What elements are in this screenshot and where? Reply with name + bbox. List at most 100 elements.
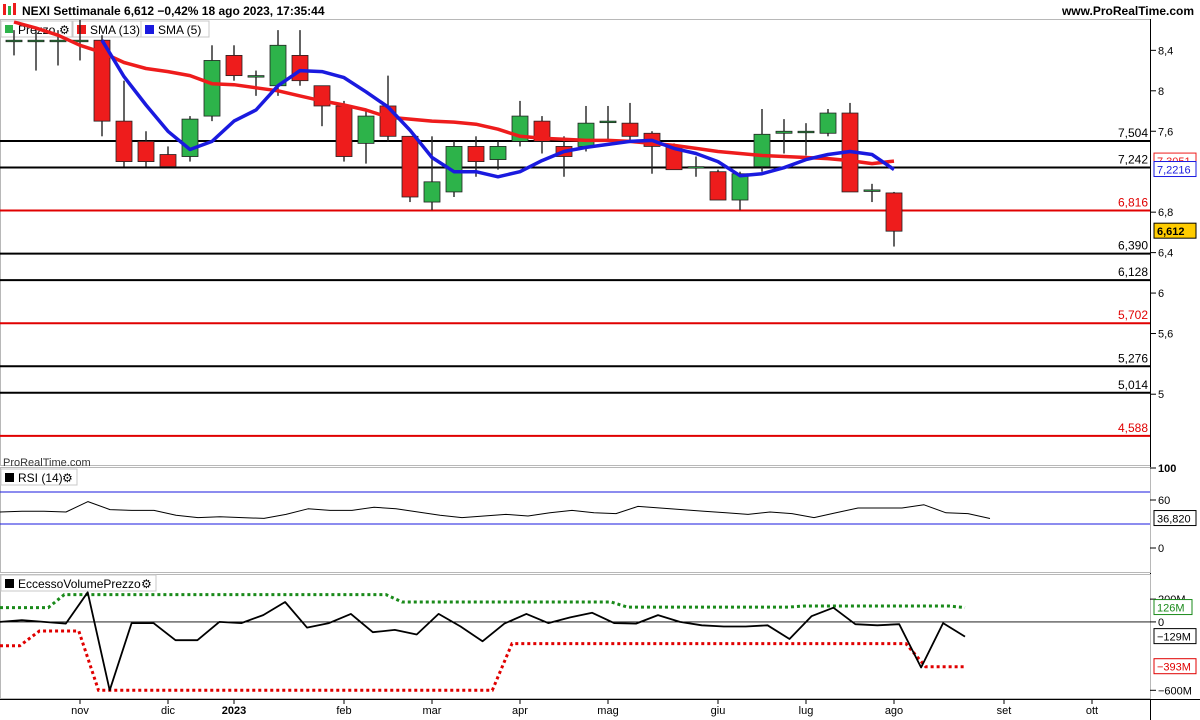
rsi-y-tick-label: 60 [1158,495,1170,507]
evp-y-tick-label: −600M [1158,685,1192,697]
candle-up [599,120,617,124]
candle-up [247,75,265,78]
x-tick-label: giu [711,705,726,717]
candle-down [115,120,133,162]
legend-label-rsi: RSI (14) [18,471,63,485]
chart-type-icon-2 [8,6,11,15]
candle-up [731,173,749,201]
candle-down [885,192,903,232]
chart-type-icon-3 [13,3,16,15]
candle-up [49,39,67,43]
x-tick-label: lug [799,705,814,717]
level-label: 7,504 [1118,126,1148,140]
candle-up [27,39,45,43]
legend-label-evp: EccessoVolumePrezzo [18,577,141,591]
candle-up [269,44,287,87]
candle-down [291,54,309,82]
evp-y-tick-label: 0 [1158,617,1164,629]
candle-down [709,171,727,201]
candlestick-series [5,20,903,247]
candle-up [577,122,595,147]
candle-down [137,140,155,162]
x-tick-label: feb [336,705,351,717]
price-last-label: 6,612 [1157,226,1185,238]
candle-down [467,146,485,162]
level-label: 7,242 [1118,152,1148,166]
x-tick-label: ott [1086,705,1098,717]
candle-down [225,54,243,77]
x-tick-label: nov [71,705,89,717]
evp-legend: EccessoVolumePrezzo ⚙ [0,574,157,592]
level-label: 6,128 [1118,265,1148,279]
price-y-tick-label: 6 [1158,288,1164,300]
evp-lower-last-label: −393M [1157,662,1191,674]
rsi-panel [0,467,1151,573]
level-label: 6,390 [1118,239,1148,253]
level-label: 4,588 [1118,421,1148,435]
legend-swatch-price [5,25,13,33]
x-tick-label: apr [512,705,528,717]
evp-last-label: −129M [1157,632,1191,644]
x-tick-label: mar [423,705,442,717]
page-title: NEXI Settimanale 6,612 −0,42% 18 ago 202… [22,4,325,18]
candle-up [797,130,815,134]
legend-swatch-sma5 [145,25,154,34]
candle-up [423,181,441,203]
rsi-y-tick-label: 100 [1158,463,1176,475]
rsi-legend: RSI (14) ⚙ [0,468,78,486]
price-legend: Prezzo ⚙ SMA (13) SMA (5) [0,20,210,38]
candle-up [687,166,705,169]
price-y-tick-label: 5 [1158,389,1164,401]
wrench-icon-evp[interactable]: ⚙ [141,577,152,591]
level-label: 5,276 [1118,351,1148,365]
level-label: 6,816 [1118,196,1148,210]
rsi-line [0,501,991,519]
level-label: 5,702 [1118,308,1148,322]
evp-panel [0,574,1151,699]
rsi-y-tick-label: 0 [1158,543,1164,555]
x-tick-label: mag [597,705,618,717]
level-label: 5,014 [1118,378,1148,392]
legend-swatch-evp [5,579,14,588]
sma5-last-label: 7,2216 [1157,165,1191,177]
time-axis: nov dic 2023 feb mar apr mag giu lug ago set ott [71,699,1098,717]
evp-lower-band [0,629,965,692]
candle-up [753,133,771,168]
price-panel [0,19,1151,466]
candle-down [621,122,639,137]
x-tick-label: dic [161,705,176,717]
price-y-tick-label: 7,6 [1158,126,1173,138]
candle-up [863,189,881,192]
header-bar: NEXI Settimanale 6,612 −0,42% 18 ago 202… [3,3,1194,18]
candle-up [5,39,23,43]
price-y-tick-label: 6,8 [1158,207,1173,219]
support-resistance-levels: 7,504 7,242 6,816 6,390 6,128 5,702 5,276 5,014… [0,126,1150,437]
candle-down [335,105,353,157]
x-tick-label: set [997,705,1012,717]
chart-canvas: NEXI Settimanale 6,612 −0,42% 18 ago 202… [0,3,1200,720]
price-y-tick-label: 6,4 [1158,248,1173,260]
evp-upper-band [0,593,966,610]
rsi-last-label: 36,820 [1157,514,1191,526]
rsi-series: 100 60 0 36,820 [0,463,1197,555]
price-y-tick-label: 5,6 [1158,329,1173,341]
evp-series: 200M0−600M126M−129M−393M [0,591,1197,697]
evp-upper-last-label: 126M [1157,603,1185,615]
price-y-tick-label: 8,4 [1158,45,1173,57]
candle-up [489,146,507,160]
candle-up [819,112,837,134]
legend-label-sma5: SMA (5) [158,23,201,37]
candle-up [203,60,221,117]
site-label[interactable]: www.ProRealTime.com [1061,4,1194,18]
legend-label-sma13: SMA (13) [90,23,140,37]
price-y-tick-label: 8 [1158,86,1164,98]
legend-swatch-sma13 [77,25,86,34]
legend-swatch-rsi [5,473,14,482]
candle-down [159,154,177,168]
candle-down [401,135,419,198]
evp-line [0,591,966,692]
x-tick-label: ago [885,705,903,717]
x-tick-label: 2023 [222,705,246,717]
wrench-icon-rsi[interactable]: ⚙ [62,471,73,485]
candle-up [357,115,375,144]
